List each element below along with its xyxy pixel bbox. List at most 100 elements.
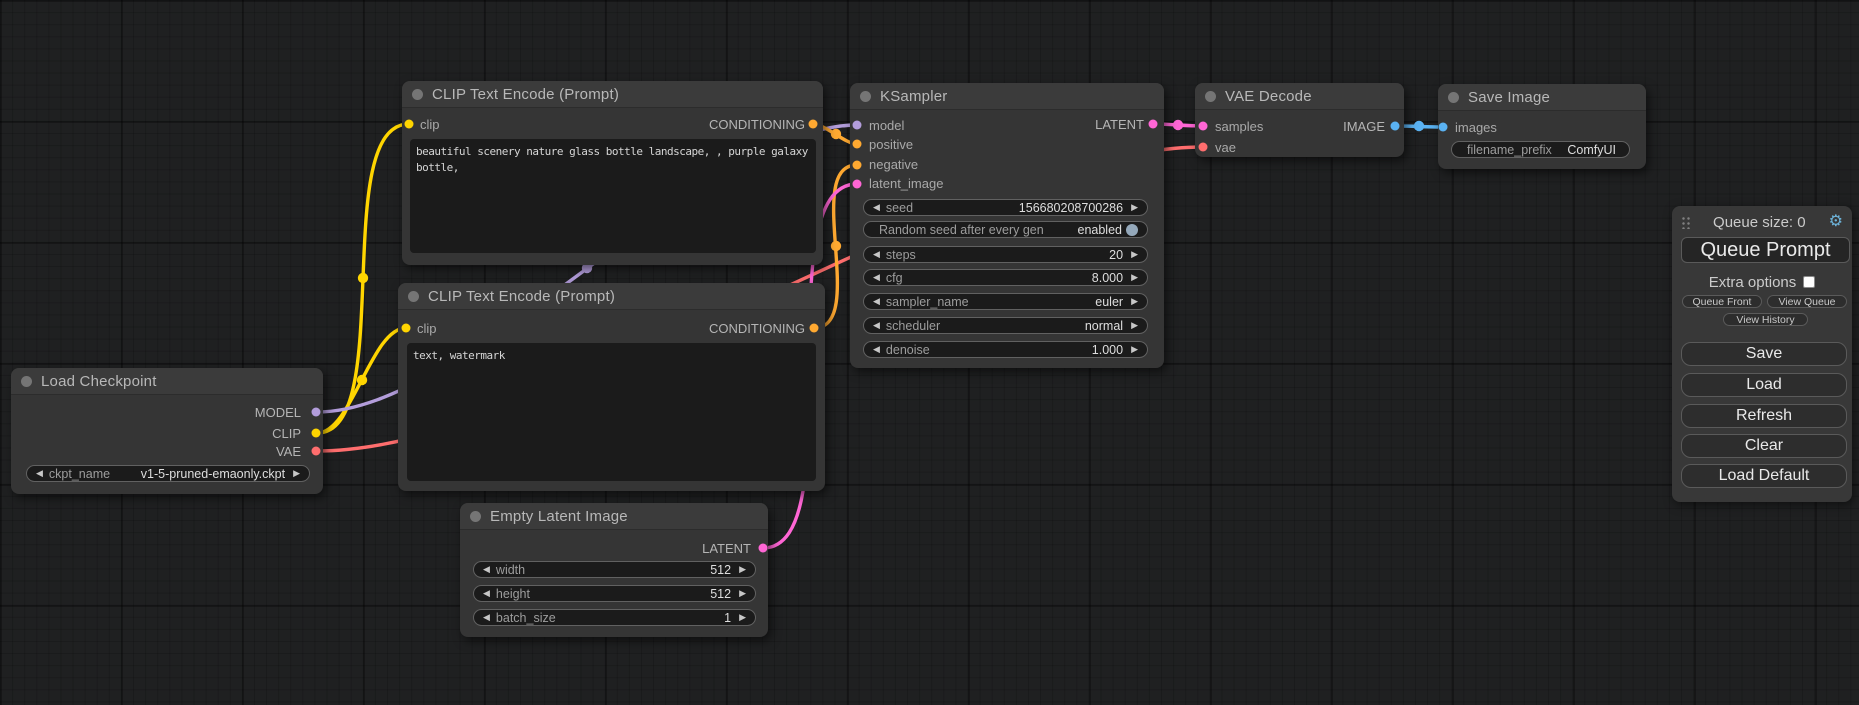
gear-icon[interactable]: ⚙ [1829,214,1843,230]
increment-arrow-icon[interactable]: ▶ [293,469,300,478]
decrement-arrow-icon[interactable]: ◀ [483,613,490,622]
input-images-dot[interactable] [1439,123,1448,132]
increment-arrow-icon[interactable]: ▶ [739,589,746,598]
output-conditioning: CONDITIONING [709,115,805,133]
drag-handle-icon[interactable] [1681,215,1690,229]
decrement-arrow-icon[interactable]: ◀ [873,250,880,259]
input-negative: negative [869,155,918,173]
height-widget[interactable]: ◀ height 512 ▶ [473,585,756,602]
collapse-dot-icon[interactable] [412,89,423,100]
node-title-bar[interactable]: Empty Latent Image [460,503,768,530]
load-button[interactable]: Load [1681,373,1847,397]
toggle-knob-icon[interactable] [1126,224,1138,236]
decrement-arrow-icon[interactable]: ◀ [873,203,880,212]
random-seed-toggle[interactable]: Random seed after every gen enabled [863,221,1148,238]
steps-widget[interactable]: ◀ steps 20 ▶ [863,246,1148,263]
input-negative-dot[interactable] [853,161,862,170]
collapse-dot-icon[interactable] [1448,92,1459,103]
node-title-bar[interactable]: CLIP Text Encode (Prompt) [402,81,823,108]
output-conditioning-dot[interactable] [810,324,819,333]
node-clip-text-encode-negative[interactable]: CLIP Text Encode (Prompt) clip CONDITION… [398,283,825,491]
node-title-bar[interactable]: KSampler [850,83,1164,110]
increment-arrow-icon[interactable]: ▶ [739,565,746,574]
increment-arrow-icon[interactable]: ▶ [1131,345,1138,354]
sampler-name-widget[interactable]: ◀ sampler_name euler ▶ [863,293,1148,310]
widget-value: 512 [710,563,731,577]
node-title-bar[interactable]: Save Image [1438,84,1646,111]
output-clip-dot[interactable] [312,429,321,438]
input-positive-dot[interactable] [853,140,862,149]
decrement-arrow-icon[interactable]: ◀ [483,589,490,598]
collapse-dot-icon[interactable] [470,511,481,522]
save-button[interactable]: Save [1681,342,1847,366]
node-title-bar[interactable]: Load Checkpoint [11,368,323,395]
seed-widget[interactable]: ◀ seed 156680208700286 ▶ [863,199,1148,216]
refresh-button[interactable]: Refresh [1681,404,1847,428]
filename-prefix-widget[interactable]: filename_prefix ComfyUI [1451,141,1630,158]
increment-arrow-icon[interactable]: ▶ [1131,273,1138,282]
widget-value: 156680208700286 [1019,201,1123,215]
queue-panel: Queue size: 0 ⚙ Queue Prompt Extra optio… [1672,206,1852,502]
decrement-arrow-icon[interactable]: ◀ [36,469,43,478]
input-clip-dot[interactable] [405,120,414,129]
widget-value: ComfyUI [1567,143,1616,157]
load-default-button[interactable]: Load Default [1681,464,1847,488]
queue-front-button[interactable]: Queue Front [1682,295,1762,308]
width-widget[interactable]: ◀ width 512 ▶ [473,561,756,578]
increment-arrow-icon[interactable]: ▶ [1131,250,1138,259]
decrement-arrow-icon[interactable]: ◀ [873,297,880,306]
input-model-dot[interactable] [853,121,862,130]
node-title-bar[interactable]: VAE Decode [1195,83,1404,110]
input-latent-image: latent_image [869,174,943,192]
increment-arrow-icon[interactable]: ▶ [1131,321,1138,330]
widget-label: denoise [886,343,930,357]
widget-label: filename_prefix [1467,143,1552,157]
denoise-widget[interactable]: ◀ denoise 1.000 ▶ [863,341,1148,358]
node-load-checkpoint[interactable]: Load Checkpoint MODEL CLIP VAE ◀ ckpt_na… [11,368,323,494]
scheduler-widget[interactable]: ◀ scheduler normal ▶ [863,317,1148,334]
prompt-textarea[interactable]: text, watermark [407,343,816,481]
input-samples: samples [1215,117,1263,135]
increment-arrow-icon[interactable]: ▶ [739,613,746,622]
increment-arrow-icon[interactable]: ▶ [1131,297,1138,306]
node-clip-text-encode-positive[interactable]: CLIP Text Encode (Prompt) clip CONDITION… [402,81,823,265]
batch-size-widget[interactable]: ◀ batch_size 1 ▶ [473,609,756,626]
input-vae: vae [1215,138,1236,156]
output-latent-dot[interactable] [759,544,768,553]
queue-prompt-button[interactable]: Queue Prompt [1681,237,1850,263]
extra-options-checkbox[interactable] [1803,276,1815,288]
clear-button[interactable]: Clear [1681,434,1847,458]
cfg-widget[interactable]: ◀ cfg 8.000 ▶ [863,269,1148,286]
prompt-textarea[interactable]: beautiful scenery nature glass bottle la… [410,139,816,253]
output-image-dot[interactable] [1391,122,1400,131]
queue-size-label: Queue size: 0 [1690,214,1829,231]
collapse-dot-icon[interactable] [860,91,871,102]
output-clip: CLIP [272,424,301,442]
view-history-button[interactable]: View History [1723,313,1808,326]
decrement-arrow-icon[interactable]: ◀ [873,321,880,330]
input-latent-image-dot[interactable] [853,180,862,189]
input-samples-dot[interactable] [1199,122,1208,131]
decrement-arrow-icon[interactable]: ◀ [873,273,880,282]
node-title-bar[interactable]: CLIP Text Encode (Prompt) [398,283,825,310]
input-clip-dot[interactable] [402,324,411,333]
node-empty-latent-image[interactable]: Empty Latent Image LATENT ◀ width 512 ▶ … [460,503,768,637]
output-model-dot[interactable] [312,408,321,417]
ckpt-name-widget[interactable]: ◀ ckpt_name v1-5-pruned-emaonly.ckpt ▶ [26,465,310,482]
view-queue-button[interactable]: View Queue [1767,295,1847,308]
collapse-dot-icon[interactable] [1205,91,1216,102]
input-vae-dot[interactable] [1199,143,1208,152]
output-vae: VAE [276,442,301,460]
node-ksampler[interactable]: KSampler model positive negative latent_… [850,83,1164,368]
collapse-dot-icon[interactable] [408,291,419,302]
node-graph-canvas[interactable]: Load Checkpoint MODEL CLIP VAE ◀ ckpt_na… [0,0,1859,705]
output-conditioning-dot[interactable] [809,120,818,129]
decrement-arrow-icon[interactable]: ◀ [873,345,880,354]
node-vae-decode[interactable]: VAE Decode samples vae IMAGE [1195,83,1404,157]
decrement-arrow-icon[interactable]: ◀ [483,565,490,574]
output-latent-dot[interactable] [1149,120,1158,129]
node-save-image[interactable]: Save Image images filename_prefix ComfyU… [1438,84,1646,169]
collapse-dot-icon[interactable] [21,376,32,387]
output-vae-dot[interactable] [312,447,321,456]
increment-arrow-icon[interactable]: ▶ [1131,203,1138,212]
